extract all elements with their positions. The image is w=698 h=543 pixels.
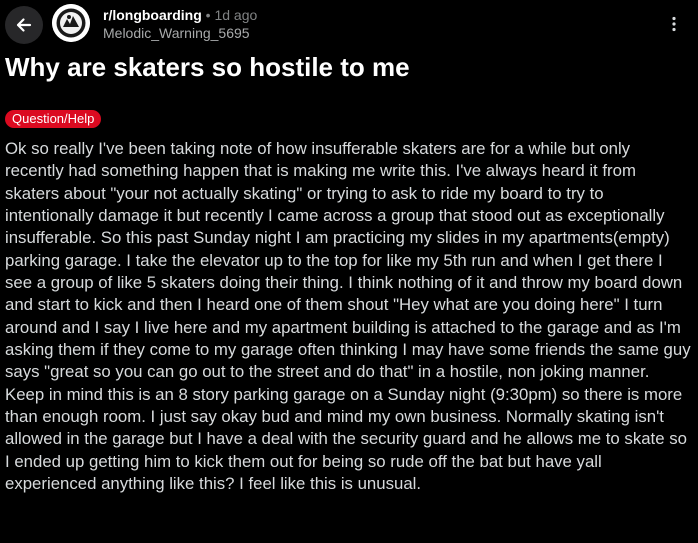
post-header: r/longboarding • 1d ago Melodic_Warning_…: [0, 0, 698, 50]
author-name[interactable]: Melodic_Warning_5695: [103, 24, 257, 42]
subreddit-name[interactable]: r/longboarding: [103, 7, 202, 23]
post-title: Why are skaters so hostile to me: [5, 52, 410, 82]
meta-separator: •: [205, 7, 211, 23]
back-arrow-icon: [16, 18, 32, 32]
more-options-button[interactable]: [662, 16, 686, 32]
post-body: Ok so really I've been taking note of ho…: [5, 139, 691, 494]
post-flair[interactable]: Question/Help: [5, 110, 102, 128]
longboard-logo-icon: [52, 4, 90, 42]
post-age: 1d ago: [214, 7, 258, 23]
more-dots-icon: [672, 16, 676, 32]
subreddit-row: r/longboarding • 1d ago: [103, 6, 257, 24]
back-button[interactable]: [5, 6, 43, 44]
subreddit-avatar[interactable]: [52, 4, 90, 42]
post-meta: r/longboarding • 1d ago Melodic_Warning_…: [103, 6, 257, 42]
